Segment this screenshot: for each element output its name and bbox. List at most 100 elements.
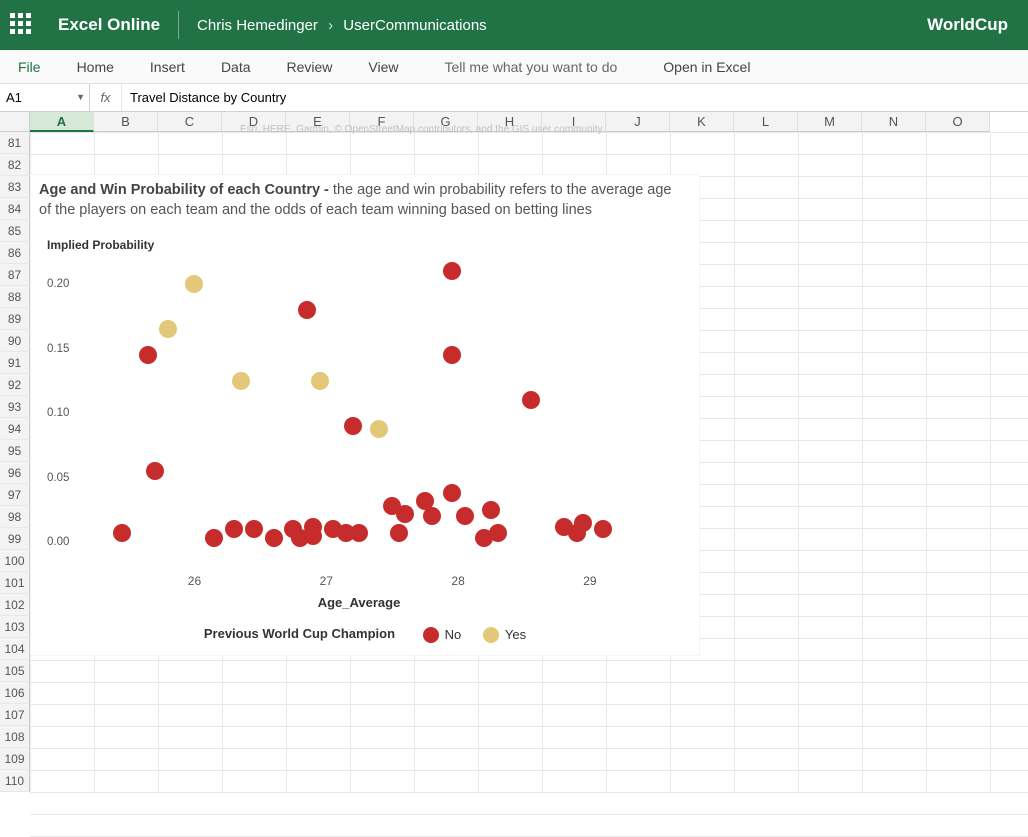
x-tick: 26 <box>188 574 201 588</box>
menu-data[interactable]: Data <box>203 50 269 83</box>
row-header-95[interactable]: 95 <box>0 440 30 462</box>
data-point <box>443 346 461 364</box>
row-header-105[interactable]: 105 <box>0 660 30 682</box>
chevron-right-icon: › <box>328 17 333 34</box>
app-name: Excel Online <box>58 15 160 35</box>
row-header-82[interactable]: 82 <box>0 154 30 176</box>
column-header-M[interactable]: M <box>798 112 862 132</box>
breadcrumb-user[interactable]: Chris Hemedinger <box>197 17 318 34</box>
row-header-100[interactable]: 100 <box>0 550 30 572</box>
column-header-L[interactable]: L <box>734 112 798 132</box>
y-axis-label: Implied Probability <box>47 238 154 252</box>
data-point <box>139 346 157 364</box>
data-point <box>113 524 131 542</box>
data-point <box>146 462 164 480</box>
tell-me-search[interactable]: Tell me what you want to do <box>417 50 646 83</box>
data-point <box>574 514 592 532</box>
row-header-99[interactable]: 99 <box>0 528 30 550</box>
row-header-85[interactable]: 85 <box>0 220 30 242</box>
data-point <box>185 275 203 293</box>
data-point <box>522 391 540 409</box>
row-header-83[interactable]: 83 <box>0 176 30 198</box>
data-point <box>245 520 263 538</box>
column-header-O[interactable]: O <box>926 112 990 132</box>
row-header-86[interactable]: 86 <box>0 242 30 264</box>
chart-object[interactable]: Age and Win Probability of each Country … <box>30 174 700 656</box>
formula-input[interactable] <box>122 84 1028 111</box>
data-point <box>456 507 474 525</box>
chart-legend: Previous World Cup Champion No Yes <box>39 626 691 643</box>
data-point <box>265 529 283 547</box>
row-header-81[interactable]: 81 <box>0 132 30 154</box>
document-title[interactable]: WorldCup <box>927 15 1018 35</box>
column-header-J[interactable]: J <box>606 112 670 132</box>
data-point <box>594 520 612 538</box>
y-tick: 0.10 <box>47 407 69 419</box>
column-header-K[interactable]: K <box>670 112 734 132</box>
row-header-97[interactable]: 97 <box>0 484 30 506</box>
row-header-84[interactable]: 84 <box>0 198 30 220</box>
data-point <box>344 417 362 435</box>
row-header-102[interactable]: 102 <box>0 594 30 616</box>
column-header-B[interactable]: B <box>94 112 158 132</box>
data-point <box>390 524 408 542</box>
scatter-plot: Implied Probability 0.000.050.100.150.20… <box>39 238 679 618</box>
name-box[interactable]: ▼ <box>0 84 90 111</box>
map-attribution: Esri, HERE, Garmin, © OpenStreetMap cont… <box>240 124 603 135</box>
row-header-106[interactable]: 106 <box>0 682 30 704</box>
data-point <box>350 524 368 542</box>
menu-home[interactable]: Home <box>59 50 132 83</box>
data-point <box>489 524 507 542</box>
row-header-103[interactable]: 103 <box>0 616 30 638</box>
data-point <box>304 527 322 545</box>
chart-title: Age and Win Probability of each Country … <box>39 181 679 220</box>
row-header-89[interactable]: 89 <box>0 308 30 330</box>
grid-body[interactable]: Esri, HERE, Garmin, © OpenStreetMap cont… <box>30 132 1028 793</box>
column-header-N[interactable]: N <box>862 112 926 132</box>
breadcrumb-folder[interactable]: UserCommunications <box>343 17 486 34</box>
menu-review[interactable]: Review <box>269 50 351 83</box>
legend-label-yes: Yes <box>505 627 526 642</box>
row-header-98[interactable]: 98 <box>0 506 30 528</box>
menu-view[interactable]: View <box>350 50 416 83</box>
row-header-93[interactable]: 93 <box>0 396 30 418</box>
breadcrumb[interactable]: Chris Hemedinger › UserCommunications <box>197 17 487 34</box>
menu-file[interactable]: File <box>0 50 59 83</box>
fx-icon[interactable]: fx <box>90 84 122 111</box>
row-header-96[interactable]: 96 <box>0 462 30 484</box>
row-header-107[interactable]: 107 <box>0 704 30 726</box>
row-header-88[interactable]: 88 <box>0 286 30 308</box>
row-header-101[interactable]: 101 <box>0 572 30 594</box>
cell-reference-input[interactable] <box>6 90 83 105</box>
formula-bar: ▼ fx <box>0 84 1028 112</box>
x-tick: 27 <box>320 574 333 588</box>
row-header-92[interactable]: 92 <box>0 374 30 396</box>
app-launcher-icon[interactable] <box>10 13 34 37</box>
data-point <box>423 507 441 525</box>
chart-title-bold: Age and Win Probability of each Country … <box>39 182 333 198</box>
x-tick: 28 <box>451 574 464 588</box>
column-header-A[interactable]: A <box>30 112 94 132</box>
legend-swatch-no <box>423 627 439 643</box>
row-header-104[interactable]: 104 <box>0 638 30 660</box>
data-point <box>159 320 177 338</box>
chevron-down-icon[interactable]: ▼ <box>76 92 85 102</box>
data-point <box>205 529 223 547</box>
row-header-87[interactable]: 87 <box>0 264 30 286</box>
row-header-110[interactable]: 110 <box>0 770 30 792</box>
row-header-109[interactable]: 109 <box>0 748 30 770</box>
row-header-108[interactable]: 108 <box>0 726 30 748</box>
x-axis-label: Age_Average <box>318 595 401 610</box>
row-header-91[interactable]: 91 <box>0 352 30 374</box>
title-bar: Excel Online Chris Hemedinger › UserComm… <box>0 0 1028 50</box>
select-all-corner[interactable] <box>0 112 30 132</box>
row-header-90[interactable]: 90 <box>0 330 30 352</box>
data-point <box>298 301 316 319</box>
row-header-94[interactable]: 94 <box>0 418 30 440</box>
open-in-excel-button[interactable]: Open in Excel <box>645 50 768 83</box>
column-header-C[interactable]: C <box>158 112 222 132</box>
y-tick: 0.15 <box>47 343 69 355</box>
menu-insert[interactable]: Insert <box>132 50 203 83</box>
row-headers: 8182838485868788899091929394959697989910… <box>0 132 30 793</box>
y-tick: 0.05 <box>47 472 69 484</box>
